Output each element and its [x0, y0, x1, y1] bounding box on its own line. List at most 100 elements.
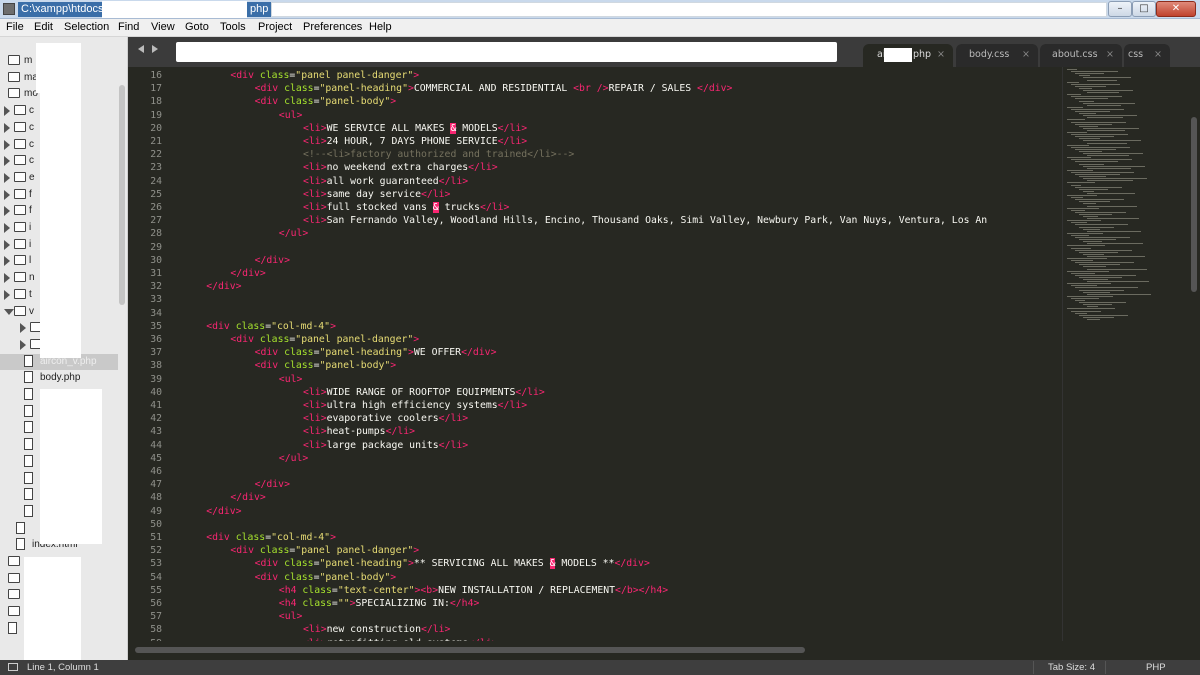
close-tab-icon[interactable]: × — [1106, 44, 1114, 66]
disclosure-right-icon[interactable] — [20, 323, 26, 334]
disclosure-right-icon[interactable] — [4, 206, 10, 217]
code-line[interactable]: </ul> — [279, 452, 309, 465]
minimap-line — [1067, 144, 1089, 146]
code-line[interactable]: <li>new construction</li> — [303, 623, 450, 636]
code-line[interactable]: </div> — [230, 491, 265, 504]
menu-view[interactable]: View — [151, 21, 175, 33]
code-line[interactable]: <li>no weekend extra charges</li> — [303, 161, 498, 174]
code-line[interactable]: </ul> — [279, 227, 309, 240]
code-line[interactable]: <ul> — [279, 109, 303, 122]
code-line[interactable]: <div class="panel-heading">WE OFFER</div… — [255, 346, 497, 359]
code-line[interactable]: <li>all work guaranteed</li> — [303, 175, 468, 188]
minimap[interactable] — [1062, 67, 1188, 641]
disclosure-right-icon[interactable] — [4, 256, 10, 267]
minimap-line — [1067, 195, 1097, 196]
code-line[interactable]: <div class="panel-body"> — [255, 359, 397, 372]
menu-edit[interactable]: Edit — [34, 21, 53, 33]
disclosure-right-icon[interactable] — [4, 156, 10, 167]
code-line[interactable]: <ul> — [279, 610, 303, 623]
disclosure-right-icon[interactable] — [4, 106, 10, 117]
vertical-scrollbar[interactable] — [1188, 67, 1200, 641]
close-tab-icon[interactable]: × — [1154, 44, 1162, 66]
code-line[interactable]: <li>large package units</li> — [303, 439, 468, 452]
close-button[interactable]: ✕ — [1156, 1, 1196, 17]
minimap-line — [1079, 138, 1100, 140]
disclosure-right-icon[interactable] — [4, 139, 10, 150]
menu-preferences[interactable]: Preferences — [303, 21, 362, 33]
code-line[interactable]: <div class="panel panel-danger"> — [230, 69, 419, 82]
syntax-mode[interactable]: PHP — [1146, 662, 1166, 673]
menu-find[interactable]: Find — [118, 21, 139, 33]
code-line[interactable]: </div> — [255, 478, 290, 491]
code-line[interactable]: </div> — [230, 267, 265, 280]
disclosure-right-icon[interactable] — [4, 273, 10, 284]
minimap-line — [1083, 291, 1110, 293]
code-line[interactable]: <div class="panel-body"> — [255, 571, 397, 584]
tab-size[interactable]: Tab Size: 4 — [1048, 662, 1095, 673]
code-line[interactable]: <ul> — [279, 373, 303, 386]
disclosure-right-icon[interactable] — [4, 223, 10, 233]
menu-file[interactable]: File — [6, 21, 24, 33]
code-line[interactable]: <li>WE SERVICE ALL MAKES & MODELS</li> — [303, 122, 527, 135]
code-editor[interactable]: <div class="panel panel-danger"> <div cla… — [170, 67, 1060, 641]
code-line[interactable]: <!--<li>factory authorized and trained</… — [303, 148, 574, 161]
horizontal-scrollbar[interactable] — [130, 641, 1200, 660]
menu-project[interactable]: Project — [258, 21, 292, 33]
tab-redaction — [884, 48, 912, 62]
sidebar-file[interactable]: body.php — [0, 370, 118, 386]
maximize-button[interactable]: □ — [1132, 1, 1156, 17]
menu-goto[interactable]: Goto — [185, 21, 209, 33]
code-line[interactable]: <li>same day service</li> — [303, 188, 450, 201]
code-line[interactable]: </div> — [255, 254, 290, 267]
tab-nav-left-icon[interactable] — [138, 45, 144, 53]
disclosure-right-icon[interactable] — [4, 239, 10, 250]
menu-tools[interactable]: Tools — [220, 21, 246, 33]
sidebar-scrollbar[interactable] — [119, 85, 125, 305]
close-tab-icon[interactable]: × — [937, 44, 945, 66]
code-line[interactable]: <div class="panel-heading">COMMERCIAL AN… — [255, 82, 733, 95]
divider — [1033, 661, 1034, 674]
code-line[interactable]: </div> — [206, 280, 241, 293]
code-line[interactable]: <div class="panel-body"> — [255, 95, 397, 108]
code-line[interactable]: <div class="col-md-4"> — [206, 531, 336, 544]
tab-about-css[interactable]: about.css × — [1040, 44, 1122, 67]
code-line[interactable]: <div class="panel-heading">** SERVICING … — [255, 557, 650, 570]
disclosure-right-icon[interactable] — [20, 339, 26, 350]
scroll-thumb[interactable] — [135, 647, 805, 653]
line-number: 47 — [150, 479, 162, 491]
code-line[interactable]: <h4 class="">SPECIALIZING IN:</h4> — [279, 597, 480, 610]
folder-icon — [8, 71, 20, 82]
code-line[interactable]: <li>24 HOUR, 7 DAYS PHONE SERVICE</li> — [303, 135, 527, 148]
tab-active[interactable]: air php × — [863, 44, 953, 67]
menu-help[interactable]: Help — [369, 21, 392, 33]
disclosure-right-icon[interactable] — [4, 172, 10, 183]
disclosure-right-icon[interactable] — [4, 189, 10, 200]
code-line[interactable]: <li>ultra high efficiency systems</li> — [303, 399, 527, 412]
code-line[interactable]: <li>evaporative coolers</li> — [303, 412, 468, 425]
sidebar-item-label: f — [29, 188, 32, 200]
panel-toggle-icon[interactable] — [8, 663, 18, 671]
code-line[interactable]: <div class="panel panel-danger"> — [230, 544, 419, 557]
disclosure-right-icon[interactable] — [4, 289, 10, 300]
minimize-button[interactable]: – — [1108, 1, 1132, 17]
scroll-thumb[interactable] — [1191, 117, 1197, 292]
code-line[interactable]: <li>San Fernando Valley, Woodland Hills,… — [303, 214, 987, 227]
code-line[interactable]: <li>WIDE RANGE OF ROOFTOP EQUIPMENTS</li… — [303, 386, 545, 399]
menu-selection[interactable]: Selection — [64, 21, 109, 33]
tab-nav-right-icon[interactable] — [152, 45, 158, 53]
code-line[interactable]: <li>heat-pumps</li> — [303, 425, 415, 438]
minimap-line — [1083, 90, 1133, 91]
code-line[interactable]: </div> — [206, 505, 241, 518]
disclosure-right-icon[interactable] — [4, 122, 10, 133]
code-line[interactable]: <div class="panel panel-danger"> — [230, 333, 419, 346]
close-tab-icon[interactable]: × — [1022, 44, 1030, 66]
line-number: 29 — [150, 241, 162, 253]
tab-body-css[interactable]: body.css × — [956, 44, 1038, 67]
minimap-line — [1083, 115, 1137, 117]
disclosure-down-icon[interactable] — [4, 308, 14, 315]
file-icon — [8, 621, 17, 634]
code-line[interactable]: <li>full stocked vans & trucks</li> — [303, 201, 509, 214]
code-line[interactable]: <h4 class="text-center"><b>NEW INSTALLAT… — [279, 584, 668, 597]
tab-css[interactable]: css × — [1124, 44, 1170, 67]
code-line[interactable]: <div class="col-md-4"> — [206, 320, 336, 333]
